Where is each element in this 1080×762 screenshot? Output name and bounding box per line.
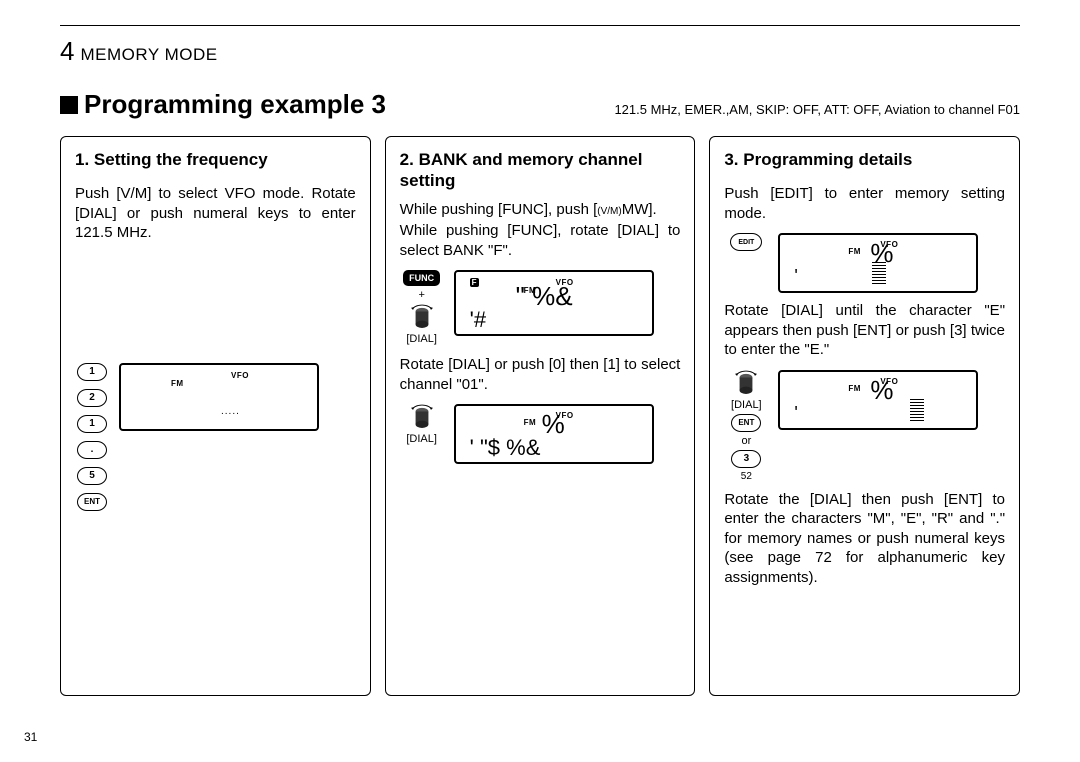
panel3-text2: Rotate [DIAL] until the character "E" ap…: [724, 301, 1005, 360]
lcd2a-big1: " %&: [516, 281, 573, 312]
panel3-text1: Push [EDIT] to enter memory setting mode…: [724, 184, 1005, 223]
lcd1-fm: FM: [171, 379, 184, 388]
page-title: Programming example 3: [60, 89, 386, 120]
panel2-text1: While pushing [FUNC], push [(V/M)MW].: [400, 200, 681, 220]
key-5: 5: [77, 467, 107, 485]
or-label: or: [741, 435, 751, 447]
key-ent: ENT: [77, 493, 107, 511]
panel2-heading: 2. BANK and memory channel setting: [400, 149, 681, 192]
dial-icon-3: [735, 370, 757, 396]
func-key: FUNC: [403, 270, 440, 286]
lcd-2a: F FM VFO " %& '#: [454, 270, 654, 336]
lcd3b-big1: %: [870, 375, 893, 406]
title-note: 121.5 MHz, EMER.,AM, SKIP: OFF, ATT: OFF…: [614, 102, 1020, 117]
dial-label-3: [DIAL]: [731, 399, 762, 411]
lcd3b-stripe: [910, 399, 924, 422]
chapter-label: MEMORY MODE: [80, 45, 217, 65]
lcd2b-big2: ' "$ %&: [470, 435, 541, 461]
dial-label-2: [DIAL]: [406, 433, 437, 445]
side-func-dial: FUNC + [DIAL]: [400, 270, 444, 345]
side-dial-ent: [DIAL] ENT or 3 52: [724, 370, 768, 482]
key-2: 2: [77, 389, 107, 407]
three-key: 3: [731, 450, 761, 468]
chapter-num: 4: [60, 36, 74, 67]
lcd3a-big2: ': [794, 266, 797, 287]
side-dial-2: [DIAL]: [400, 404, 444, 445]
lcd1-vfo: VFO: [231, 371, 249, 380]
lcd1-dots: .....: [221, 406, 240, 417]
lcd3b-big2: ': [794, 403, 797, 424]
key-1b: 1: [77, 415, 107, 433]
page-number: 31: [24, 730, 37, 744]
key-1: 1: [77, 363, 107, 381]
panel2-text3: Rotate [DIAL] or push [0] then [1] to se…: [400, 355, 681, 394]
chapter-line: 4 MEMORY MODE: [60, 36, 1020, 67]
panel-setting-frequency: 1. Setting the frequency Push [V/M] to s…: [60, 136, 371, 696]
square-bullet-icon: [60, 96, 78, 114]
dial-icon: [411, 304, 433, 330]
ent-key-3: ENT: [731, 414, 761, 432]
key-column: 1 2 1 . 5 ENT: [75, 363, 109, 511]
lcd3a-stripe: [872, 262, 886, 285]
edit-key: EDIT: [730, 233, 762, 251]
panel2-text2: While pushing [FUNC], rotate [DIAL] to s…: [400, 221, 681, 260]
lcd2a-big2: '#: [470, 307, 486, 333]
panel1-text: Push [V/M] to select VFO mode. Rotate [D…: [75, 184, 356, 243]
lcd-3a: FM VFO % ': [778, 233, 978, 293]
lcd-3b: FM VFO % ': [778, 370, 978, 430]
five2-label: 52: [741, 471, 752, 482]
side-edit: EDIT: [724, 233, 768, 251]
lcd-2b: FM VFO % ' "$ %&: [454, 404, 654, 464]
panel3-text3: Rotate the [DIAL] then push [ENT] to ent…: [724, 490, 1005, 588]
lcd2b-big1: %: [542, 409, 565, 440]
panel3-heading: 3. Programming details: [724, 149, 1005, 170]
panel-programming-details: 3. Programming details Push [EDIT] to en…: [709, 136, 1020, 696]
lcd-1: FM VFO .....: [119, 363, 319, 431]
dial-label: [DIAL]: [406, 333, 437, 345]
panel1-heading: 1. Setting the frequency: [75, 149, 356, 170]
key-dot: .: [77, 441, 107, 459]
lcd3b-fm: FM: [848, 384, 861, 393]
plus-label: +: [418, 289, 424, 301]
dial-icon-2: [411, 404, 433, 430]
title-text: Programming example 3: [84, 89, 386, 120]
lcd3a-fm: FM: [848, 247, 861, 256]
panel-bank-memory: 2. BANK and memory channel setting While…: [385, 136, 696, 696]
lcd2a-f: F: [470, 278, 479, 287]
lcd2b-fm: FM: [524, 418, 537, 427]
